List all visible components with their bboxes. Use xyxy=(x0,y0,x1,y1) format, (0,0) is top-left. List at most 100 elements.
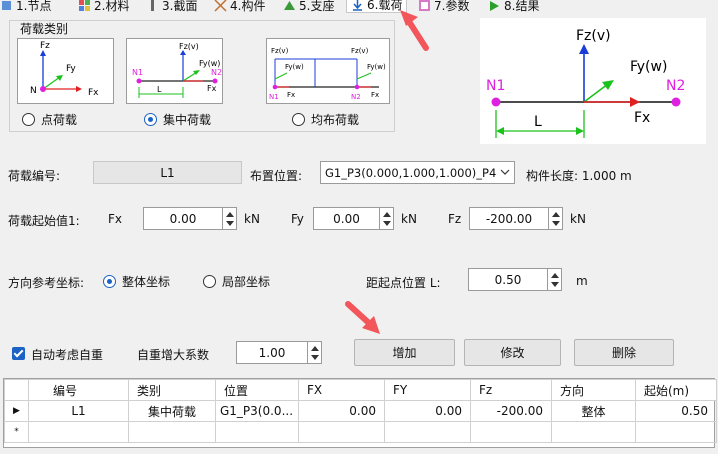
col-header-location[interactable]: 位置 xyxy=(215,379,299,401)
member-icon xyxy=(214,0,227,12)
cell-fz[interactable]: -200.00 xyxy=(470,400,552,422)
thumb3-fzv-left-label: Fz(v) xyxy=(271,47,289,55)
result-icon xyxy=(490,0,499,11)
cell-direction[interactable]: 整体 xyxy=(551,400,636,422)
new-cell-fz[interactable] xyxy=(470,421,552,443)
cell-start[interactable]: 0.50 xyxy=(635,400,717,422)
section-icon xyxy=(151,0,154,11)
load-id-field[interactable]: L1 xyxy=(93,161,242,184)
thumb1-fy-label: Fy xyxy=(66,64,76,74)
col-header-fy[interactable]: FY xyxy=(384,379,471,401)
radio-global-coord[interactable]: 整体坐标 xyxy=(103,273,170,290)
cell-fx[interactable]: 0.00 xyxy=(298,400,385,422)
cell-location[interactable]: G1_P3(0.0... xyxy=(215,400,299,422)
amplify-stepper[interactable] xyxy=(308,341,322,364)
new-cell-id[interactable] xyxy=(28,421,129,443)
new-cell-type[interactable] xyxy=(128,421,216,443)
tab-nodes[interactable]: 1.节点 xyxy=(0,0,51,14)
diagram-l-label: L xyxy=(534,114,542,130)
radio-concentrated-load[interactable]: 集中荷载 xyxy=(144,111,211,128)
load-diagram-figure: Fz(v) Fy(w) Fx N1 N2 L xyxy=(486,28,685,138)
fz-label: Fz xyxy=(448,212,462,226)
load-type-title: 荷载类别 xyxy=(20,22,69,36)
thumb1-fx-label: Fx xyxy=(88,88,99,98)
radio-distributed-load-dot[interactable] xyxy=(292,113,305,126)
location-select-value: G1_P3(0.000,1.000,1.000)_P4 xyxy=(325,165,497,180)
fy-stepper[interactable] xyxy=(380,207,394,230)
tab-bar: 1.节点 2.材料 3.截面 4.构件 5.支座 6.载荷 7.参数 8.结果 xyxy=(0,0,718,14)
col-header-fz[interactable]: Fz xyxy=(470,379,552,401)
self-weight-checkbox[interactable] xyxy=(12,347,25,360)
thumb3-fx-left-label: Fx xyxy=(287,91,295,99)
new-cell-direction[interactable] xyxy=(551,421,636,443)
diagram-fzv-label: Fz(v) xyxy=(576,28,611,44)
tab-member[interactable]: 4.构件 xyxy=(214,0,265,14)
col-header-type[interactable]: 类别 xyxy=(128,379,216,401)
diagram-n1-label: N1 xyxy=(486,78,505,94)
radio-point-load[interactable]: 点荷载 xyxy=(22,111,77,128)
thumb3-fzv-right-label: Fz(v) xyxy=(351,47,369,55)
col-header-id[interactable]: 编号 xyxy=(28,379,129,401)
cell-id[interactable]: L1 xyxy=(28,400,129,422)
new-row-indicator[interactable]: * xyxy=(4,421,29,443)
self-weight-label[interactable]: 自动考虑自重 xyxy=(31,346,103,363)
distributed-load-thumbnail[interactable]: Fz(v) Fy(w) Fz(v) Fy(w) N1 Fx N2 Fx xyxy=(266,38,390,104)
thumb2-fzv-label: Fz(v) xyxy=(179,42,199,51)
distance-stepper[interactable] xyxy=(548,268,562,291)
amplify-input[interactable]: 1.00 xyxy=(236,341,308,364)
radio-global-coord-dot[interactable] xyxy=(103,275,116,288)
fz-unit: kN xyxy=(570,212,586,226)
distributed-load-figure: Fz(v) Fy(w) Fz(v) Fy(w) N1 Fx N2 Fx xyxy=(269,47,386,101)
col-header-fx[interactable]: FX xyxy=(298,379,385,401)
point-load-figure: Fz Fy Fx N xyxy=(30,41,99,98)
location-select[interactable]: G1_P3(0.000,1.000,1.000)_P4 xyxy=(320,161,515,184)
cell-type[interactable]: 集中荷载 xyxy=(128,400,216,422)
amplify-label: 自重增大系数 xyxy=(137,348,210,362)
radio-local-coord[interactable]: 局部坐标 xyxy=(203,273,270,290)
load-icon xyxy=(353,0,362,11)
thumb3-fyw-right-label: Fy(w) xyxy=(367,63,386,71)
chevron-down-icon xyxy=(500,169,510,175)
modify-button[interactable]: 修改 xyxy=(464,339,561,366)
start-value-label: 荷载起始值1: xyxy=(8,214,80,228)
diagram-fx-label: Fx xyxy=(634,110,650,126)
add-button[interactable]: 增加 xyxy=(354,339,455,366)
col-header-direction[interactable]: 方向 xyxy=(551,379,636,401)
radio-point-load-dot[interactable] xyxy=(22,113,35,126)
table-new-row[interactable]: * xyxy=(4,421,717,443)
load-table: 编号 类别 位置 FX FY Fz 方向 起始(m) ▶ L1 集中荷载 G1_… xyxy=(3,378,717,448)
concentrated-load-figure: Fz(v) Fy(w) Fx N1 N2 L xyxy=(132,42,222,98)
tab-material[interactable]: 2.材料 xyxy=(78,0,129,14)
table-row[interactable]: ▶ L1 集中荷载 G1_P3(0.0... 0.00 0.00 -200.00… xyxy=(4,400,717,422)
fy-input[interactable]: 0.00 xyxy=(313,207,380,230)
fy-unit: kN xyxy=(401,212,417,226)
fx-stepper[interactable] xyxy=(223,207,237,230)
distance-unit: m xyxy=(576,274,588,288)
col-header-start[interactable]: 起始(m) xyxy=(635,379,717,401)
delete-button[interactable]: 删除 xyxy=(574,339,674,366)
thumb3-n1-label: N1 xyxy=(269,93,279,101)
new-cell-location[interactable] xyxy=(215,421,299,443)
tab-support[interactable]: 5.支座 xyxy=(283,0,334,14)
cell-fy[interactable]: 0.00 xyxy=(384,400,471,422)
current-row-indicator[interactable]: ▶ xyxy=(4,400,29,422)
tab-section[interactable]: 3.截面 xyxy=(146,0,197,14)
tab-results[interactable]: 8.结果 xyxy=(488,0,539,14)
fx-input[interactable]: 0.00 xyxy=(143,207,223,230)
fz-stepper[interactable] xyxy=(549,207,563,230)
point-load-thumbnail[interactable]: Fz Fy Fx N xyxy=(17,38,114,104)
fx-label: Fx xyxy=(108,212,123,226)
new-cell-fx[interactable] xyxy=(298,421,385,443)
material-icon xyxy=(79,0,90,11)
thumb2-l-label: L xyxy=(157,85,162,94)
diagram-fyw-label: Fy(w) xyxy=(630,59,667,75)
new-cell-fy[interactable] xyxy=(384,421,471,443)
new-cell-start[interactable] xyxy=(635,421,717,443)
radio-concentrated-load-dot[interactable] xyxy=(144,113,157,126)
radio-local-coord-dot[interactable] xyxy=(203,275,216,288)
direction-label: 方向参考坐标: xyxy=(8,276,85,290)
radio-distributed-load[interactable]: 均布荷载 xyxy=(292,111,359,128)
concentrated-load-thumbnail[interactable]: Fz(v) Fy(w) Fx N1 N2 L xyxy=(126,38,223,104)
distance-input[interactable]: 0.50 xyxy=(468,268,548,291)
fz-input[interactable]: -200.00 xyxy=(469,207,549,230)
